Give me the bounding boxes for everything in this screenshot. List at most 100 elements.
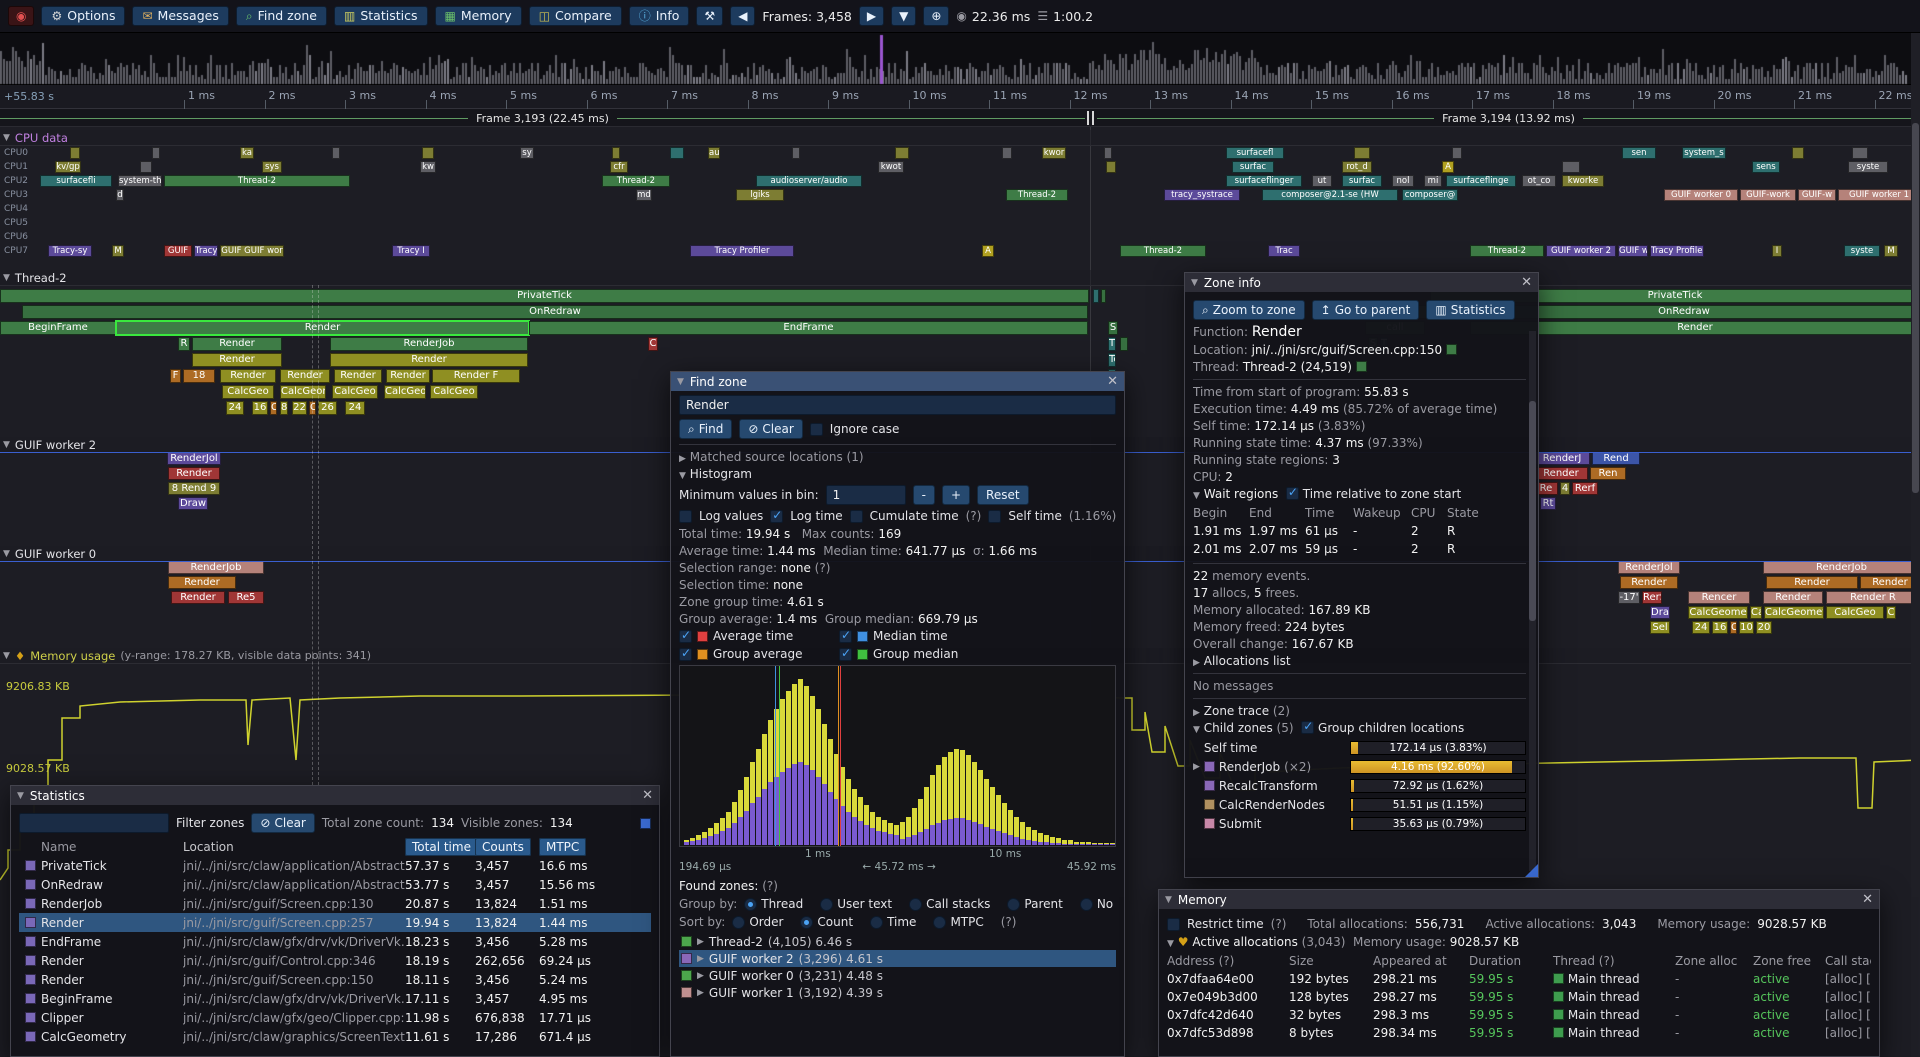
column-zone-free[interactable]: Zone free — [1753, 954, 1825, 968]
timeline-zone[interactable]: audioserver/audio — [756, 175, 862, 187]
timeline-zone[interactable]: 24 — [345, 401, 365, 415]
timeline-zone[interactable]: A — [982, 245, 994, 257]
timeline-zone[interactable]: ka — [240, 147, 254, 159]
timeline-zone[interactable]: syste — [1848, 161, 1888, 173]
found-zone-group[interactable]: ▶GUIF worker 2(3,296) 4.61 s — [679, 950, 1116, 967]
main-scrollbar-thumb[interactable] — [1912, 123, 1919, 493]
timeline-zone[interactable]: CalcGeor — [280, 385, 326, 399]
timeline-zone[interactable] — [1562, 161, 1580, 173]
timeline-zone[interactable]: Ca — [1750, 606, 1762, 619]
close-icon[interactable]: ✕ — [1107, 374, 1118, 389]
timeline-zone[interactable]: EndFrame — [529, 321, 1088, 335]
zone-trace-label[interactable]: Zone trace — [1204, 704, 1269, 718]
timeline-zone[interactable]: kw — [420, 161, 436, 173]
timeline-zone[interactable]: Tracy Profiler — [690, 245, 794, 257]
timeline-zone[interactable]: d — [116, 189, 124, 201]
timeline-zone[interactable] — [670, 147, 684, 159]
found-zone-group[interactable]: ▶GUIF worker 0(3,231) 4.48 s — [679, 967, 1116, 984]
histogram-plot[interactable] — [679, 665, 1116, 847]
collapse-icon[interactable]: ▼ — [3, 440, 10, 450]
timeline-zone[interactable]: sen — [1622, 147, 1656, 159]
timeline-zone[interactable]: Render — [116, 321, 529, 335]
timeline-zone[interactable]: S — [1108, 321, 1118, 335]
timeline-zone[interactable]: Sel — [1650, 621, 1670, 634]
found-zone-group[interactable]: ▶GUIF worker 1(3,192) 4.39 s — [679, 984, 1116, 1001]
column-duration[interactable]: Duration — [1469, 954, 1553, 968]
found-zone-group[interactable]: ▶Thread-2(4,105) 6.46 s — [679, 933, 1116, 950]
timeline-zone[interactable]: sens — [1752, 161, 1780, 173]
timeline-zone[interactable]: Render — [220, 369, 276, 383]
timeline-zone[interactable]: C — [1886, 606, 1896, 619]
timeline-zone[interactable] — [612, 147, 620, 159]
timeline-zone[interactable]: GUIF-work — [1740, 189, 1796, 201]
child-zone-row[interactable]: ▶Self time172.14 μs (3.83%) — [1193, 738, 1526, 757]
column-size[interactable]: Size — [1289, 954, 1373, 968]
timeline-zone[interactable]: Thread-2 — [602, 175, 670, 187]
timeline-zone[interactable]: Rend — [1592, 452, 1640, 465]
timeline-zone[interactable]: C — [270, 401, 277, 415]
timeline-zone[interactable]: Rerf — [1572, 482, 1598, 495]
timeline-zone[interactable]: Rt — [1540, 497, 1556, 510]
timeline-zone[interactable]: -17' — [1618, 591, 1640, 604]
statistics-row[interactable]: OnRedrawjni/../jni/src/claw/application/… — [19, 875, 651, 894]
timeline-zone[interactable]: RenderJol — [1618, 561, 1680, 574]
timeline-zone[interactable] — [1452, 147, 1462, 159]
timeline-zone[interactable] — [1792, 147, 1804, 159]
matched-locations-label[interactable]: Matched source locations (1) — [690, 450, 864, 464]
collapse-icon[interactable]: ▼ — [677, 377, 684, 387]
radio-sort-by[interactable]: Count — [800, 915, 853, 929]
timeline-zone[interactable]: surfac — [1232, 161, 1274, 173]
timeline-zone[interactable] — [1093, 289, 1099, 303]
timeline-zone[interactable]: kwot — [878, 161, 904, 173]
zone-name[interactable]: CalcGeometry — [41, 1030, 183, 1044]
sort-by-radio[interactable] — [933, 916, 946, 929]
timeline-zone[interactable]: Render — [280, 369, 330, 383]
collapse-icon[interactable]: ▼ — [3, 651, 10, 661]
column-name[interactable]: Name — [41, 840, 183, 854]
expander-icon[interactable]: ▼ — [1167, 939, 1174, 949]
allocation-row[interactable]: 0x7dfc42d64032 bytes298.3 ms59.95 s Main… — [1167, 1006, 1871, 1024]
allocation-row[interactable]: 0x7dfaa64e00192 bytes298.21 ms59.95 s Ma… — [1167, 970, 1871, 988]
expander-icon[interactable]: ▶ — [679, 454, 686, 464]
timeline-zone[interactable]: surfac — [1342, 175, 1382, 187]
expander-icon[interactable]: ▼ — [679, 471, 686, 481]
timeline-zone[interactable] — [1002, 147, 1012, 159]
expander-icon[interactable]: ▶ — [1193, 708, 1200, 718]
group-by-radio[interactable] — [820, 898, 833, 911]
timeline-zone[interactable]: CalcGeome — [1688, 606, 1748, 619]
timeline-zone[interactable] — [332, 147, 340, 159]
timeline-zone[interactable]: CalcGeo — [332, 385, 378, 399]
timeline-zone[interactable]: Render — [192, 337, 282, 351]
timeline-zone[interactable]: 24 — [226, 401, 244, 415]
timeline-zone[interactable]: mi — [1424, 175, 1442, 187]
timeline-zone[interactable]: RenderJ — [1534, 452, 1590, 465]
allocation-address[interactable]: 0x7dfaa64e00 — [1167, 972, 1289, 986]
column-address[interactable]: Address — [1167, 954, 1215, 968]
allocation-address[interactable]: 0x7dfc42d640 — [1167, 1008, 1289, 1022]
zone-info-scrollbar-thumb[interactable] — [1529, 401, 1536, 621]
timeline-zone[interactable]: 22 — [292, 401, 307, 415]
toolbar-button-gear[interactable]: ⚙Options — [41, 6, 125, 27]
statistics-row[interactable]: BeginFramejni/../jni/src/claw/gfx/drv/vk… — [19, 989, 651, 1008]
cumulate-time-checkbox[interactable] — [850, 510, 863, 523]
timeline-zone[interactable]: kv/gp — [55, 161, 81, 173]
timeline-zone[interactable]: M — [112, 245, 124, 257]
zone-info-scrollbar[interactable] — [1529, 331, 1536, 871]
timeline-zone[interactable]: BeginFrame — [0, 321, 116, 335]
timeline-zone[interactable]: 24 — [1692, 621, 1710, 634]
tools-button[interactable]: ⚒ — [696, 6, 723, 26]
options-chip[interactable] — [640, 818, 651, 829]
timeline-zone[interactable]: RenderJol — [167, 452, 221, 465]
timeline-zone[interactable]: Trac — [1268, 245, 1300, 257]
timeline-zone[interactable]: CalcGeo — [222, 385, 274, 399]
timeline-zone[interactable] — [1101, 289, 1106, 303]
timeline-zone[interactable]: md — [636, 189, 652, 201]
timeline-zone[interactable]: Render — [1766, 576, 1858, 589]
timeline-zone[interactable]: Render — [330, 353, 528, 367]
allocation-row[interactable]: 0x7dfc53d8988 bytes298.34 ms59.95 s Main… — [1167, 1024, 1871, 1042]
timeline-zone[interactable]: nol — [1392, 175, 1414, 187]
zone-name[interactable]: BeginFrame — [41, 992, 183, 1006]
statistics-row[interactable]: RenderJobjni/../jni/src/guif/Screen.cpp:… — [19, 894, 651, 913]
timeline-zone[interactable]: surfaceflinger — [1226, 175, 1302, 187]
zone-info-titlebar[interactable]: ▼ Zone info ✕ — [1185, 273, 1538, 292]
